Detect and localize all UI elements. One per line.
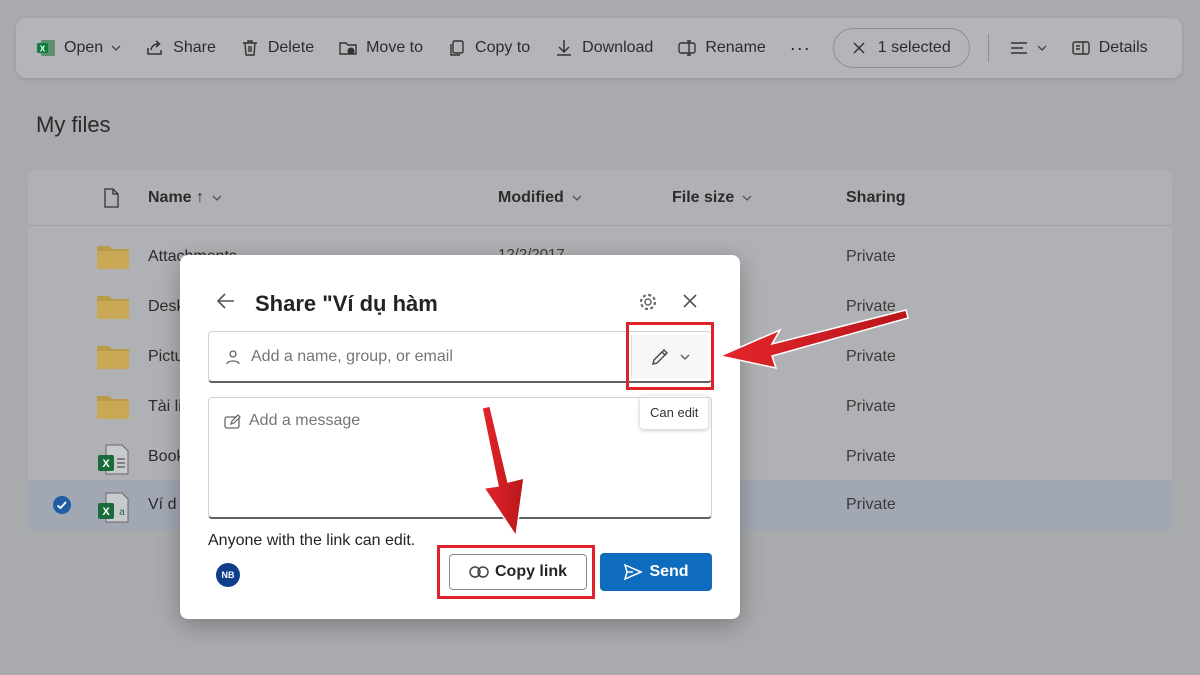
message-edit-icon [224, 414, 241, 429]
file-type-icon [104, 188, 119, 208]
details-pane-icon [1072, 41, 1090, 55]
send-label: Send [649, 563, 689, 580]
link-permission-text: Anyone with the link can edit. [208, 532, 416, 549]
move-to-label: Move to [366, 39, 424, 56]
close-icon[interactable] [682, 293, 698, 309]
column-sharing[interactable]: Sharing [846, 189, 906, 207]
folder-icon [97, 246, 129, 269]
rename-label: Rename [705, 39, 766, 56]
avatar[interactable]: NB [216, 563, 240, 587]
list-view-icon [1010, 42, 1027, 54]
svg-text:X: X [102, 458, 110, 470]
back-arrow-icon[interactable] [216, 292, 236, 310]
copy-link-highlight-box [437, 545, 595, 599]
file-sharing: Private [846, 398, 896, 415]
copy-to-label: Copy to [475, 39, 531, 56]
permission-highlight-box [626, 322, 714, 390]
svg-text:X: X [40, 45, 46, 54]
excel-file-icon: Xa [98, 492, 129, 523]
move-folder-icon [339, 42, 357, 55]
svg-text:X: X [102, 506, 110, 518]
file-name: Pictu [148, 348, 184, 365]
file-sharing: Private [846, 496, 896, 513]
column-name[interactable]: Name ↑ [148, 189, 222, 207]
column-modified[interactable]: Modified [498, 189, 582, 207]
recipient-input[interactable] [251, 347, 611, 366]
download-button[interactable]: Download [554, 38, 653, 58]
folder-icon [97, 396, 129, 419]
column-modified-label: Modified [498, 189, 564, 206]
file-name: Desk [148, 298, 185, 315]
open-button[interactable]: X Open [36, 38, 121, 58]
delete-label: Delete [267, 39, 315, 56]
file-sharing: Private [846, 298, 896, 315]
file-name: Tài li [148, 398, 182, 415]
trash-icon [242, 40, 257, 56]
copy-to-button[interactable]: Copy to [447, 38, 530, 58]
close-icon[interactable] [852, 41, 866, 55]
selected-check-icon[interactable] [52, 495, 72, 515]
dialog-title: Share "Ví dụ hàm [255, 291, 438, 316]
more-options-button[interactable]: ··· [790, 38, 811, 59]
folder-icon [97, 296, 129, 319]
chevron-down-icon [212, 195, 222, 201]
file-sharing: Private [846, 248, 896, 265]
download-label: Download [582, 39, 654, 56]
chevron-down-icon [111, 45, 121, 51]
chevron-down-icon [742, 195, 752, 201]
excel-icon: X [37, 40, 55, 56]
file-sharing: Private [846, 448, 896, 465]
selection-count-pill[interactable]: 1 selected [832, 28, 970, 68]
chevron-down-icon [572, 195, 582, 201]
details-label: Details [1098, 39, 1148, 56]
selection-count-label: 1 selected [877, 39, 951, 56]
file-sharing: Private [846, 348, 896, 365]
rename-button[interactable]: Rename [677, 38, 766, 58]
share-label: Share [173, 39, 216, 56]
move-to-button[interactable]: Move to [338, 38, 423, 58]
message-input[interactable] [249, 412, 689, 502]
share-button[interactable]: Share [145, 38, 216, 58]
download-icon [557, 40, 572, 56]
share-dialog: Share "Ví dụ hàm Can edit Anyone with th… [180, 255, 740, 619]
copy-icon [450, 40, 464, 56]
file-name: Ví d [148, 496, 177, 513]
column-file-size[interactable]: File size [672, 189, 752, 207]
column-name-label: Name ↑ [148, 189, 205, 206]
view-options-button[interactable] [1009, 38, 1047, 58]
send-button[interactable]: Send [600, 553, 712, 591]
toolbar-divider [987, 34, 989, 62]
rename-icon [678, 40, 697, 56]
gear-icon[interactable] [638, 292, 658, 312]
delete-button[interactable]: Delete [240, 38, 314, 58]
open-label: Open [64, 39, 104, 56]
page-title: My files [36, 112, 111, 137]
command-bar: X Open Share Delete Move to Copy to Down… [16, 18, 1182, 78]
share-icon [147, 40, 162, 55]
column-sharing-label: Sharing [846, 189, 906, 206]
svg-text:a: a [119, 507, 125, 518]
column-file-size-label: File size [672, 189, 735, 206]
folder-icon [97, 346, 129, 369]
send-icon [624, 563, 644, 581]
excel-file-icon: X [98, 444, 129, 475]
chevron-down-icon [1037, 45, 1047, 51]
file-name: Book [148, 448, 185, 465]
details-button[interactable]: Details [1071, 38, 1148, 58]
message-field[interactable] [208, 397, 712, 519]
file-list-header: Name ↑ Modified File size Sharing [28, 170, 1172, 226]
person-icon [226, 349, 240, 364]
